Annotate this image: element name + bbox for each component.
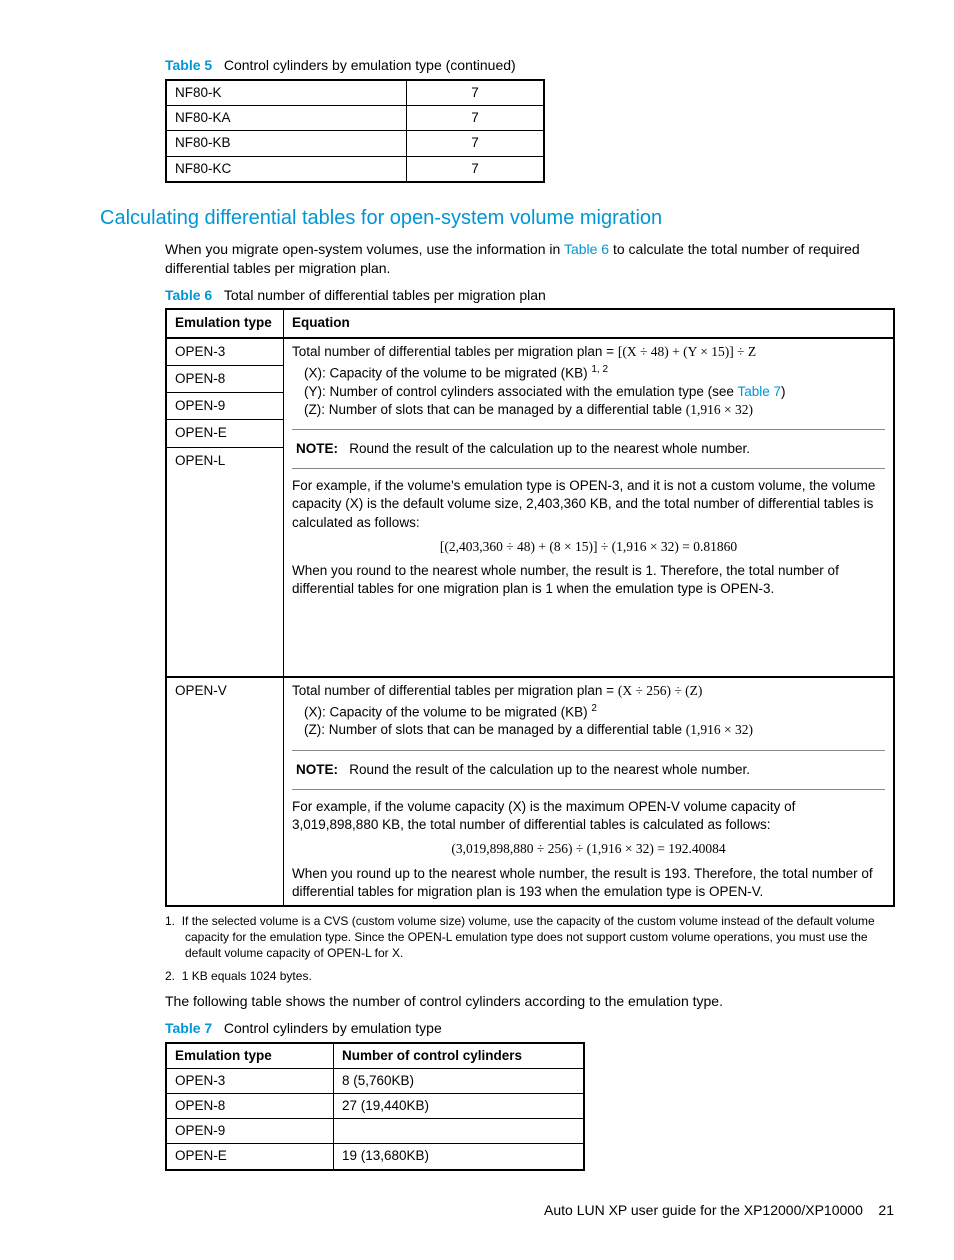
table-cell: NF80-KC (166, 156, 407, 182)
note-box-1: NOTE: Round the result of the calculatio… (292, 429, 885, 469)
table-cell: 7 (407, 80, 545, 106)
table7-caption: Table 7 Control cylinders by emulation t… (60, 1019, 894, 1038)
table6-etype: OPEN-3 (166, 338, 284, 366)
table5: NF80-K7NF80-KA7NF80-KB7NF80-KC7 (165, 79, 545, 183)
table-cell: 19 (13,680KB) (334, 1144, 585, 1170)
table-cell: OPEN-E (166, 1144, 334, 1170)
table-cell: NF80-KB (166, 131, 407, 156)
after-para: The following table shows the number of … (165, 992, 894, 1011)
intro-paragraph: When you migrate open-system volumes, us… (165, 240, 894, 278)
table5-caption-text: Control cylinders by emulation type (con… (224, 57, 516, 73)
table-cell: NF80-K (166, 80, 407, 106)
section-heading: Calculating differential tables for open… (100, 205, 894, 232)
table-cell: NF80-KA (166, 106, 407, 131)
table6-label: Table 6 (165, 287, 212, 303)
table6-etype: OPEN-8 (166, 365, 284, 392)
note-box-2: NOTE: Round the result of the calculatio… (292, 750, 885, 790)
table6-etype: OPEN-V (166, 677, 284, 906)
table6-etype: OPEN-L (166, 447, 284, 677)
table7-caption-text: Control cylinders by emulation type (224, 1020, 442, 1036)
table-cell: OPEN-8 (166, 1093, 334, 1118)
table6-etype: OPEN-9 (166, 393, 284, 420)
table6-equation-cell-1: Total number of differential tables per … (284, 338, 895, 677)
table7-label: Table 7 (165, 1020, 212, 1036)
table6-h2: Equation (284, 309, 895, 337)
table6-caption: Table 6 Total number of differential tab… (60, 286, 894, 305)
table6: Emulation type Equation OPEN-3 Total num… (165, 308, 895, 907)
table7-h2: Number of control cylinders (334, 1043, 585, 1069)
table6-h1: Emulation type (166, 309, 284, 337)
table6-equation-cell-2: Total number of differential tables per … (284, 677, 895, 906)
table6-etype: OPEN-E (166, 420, 284, 447)
table-cell: 7 (407, 106, 545, 131)
table-cell: 7 (407, 156, 545, 182)
footnote-1: 1. If the selected volume is a CVS (cust… (165, 913, 894, 962)
table-cell: 8 (5,760KB) (334, 1068, 585, 1093)
footnote-2: 2. 1 KB equals 1024 bytes. (165, 968, 894, 984)
table7-link[interactable]: Table 7 (737, 384, 781, 399)
table7-h1: Emulation type (166, 1043, 334, 1069)
table7: Emulation type Number of control cylinde… (165, 1042, 585, 1171)
page-footer: Auto LUN XP user guide for the XP12000/X… (60, 1201, 894, 1220)
table6-caption-text: Total number of differential tables per … (224, 287, 546, 303)
table-cell (334, 1119, 585, 1144)
table-cell: OPEN-9 (166, 1119, 334, 1144)
page-number: 21 (878, 1202, 894, 1218)
table6-link[interactable]: Table 6 (564, 241, 609, 257)
table-cell: OPEN-3 (166, 1068, 334, 1093)
table-cell: 7 (407, 131, 545, 156)
table5-caption: Table 5 Control cylinders by emulation t… (60, 56, 894, 75)
table-cell: 27 (19,440KB) (334, 1093, 585, 1118)
table5-label: Table 5 (165, 57, 212, 73)
